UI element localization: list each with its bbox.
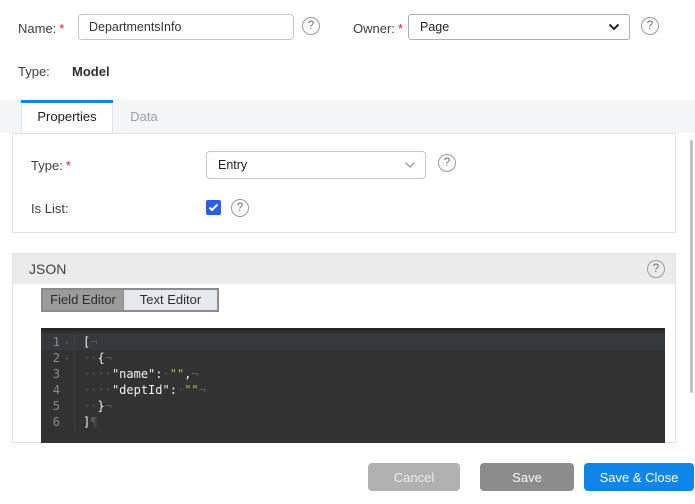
tab-label: Data xyxy=(130,109,157,124)
code-text: ··}¬ xyxy=(75,398,112,414)
name-label: Name:* xyxy=(18,21,64,36)
properties-panel: Type:* Entry ? Is List: ? xyxy=(12,133,676,233)
gutter: 2▾ xyxy=(41,350,75,366)
islist-checkbox[interactable] xyxy=(206,200,221,215)
owner-select-value: Page xyxy=(420,20,449,34)
code-line[interactable]: 6 ]¶ xyxy=(41,414,665,430)
question-mark: ? xyxy=(308,20,314,32)
type-label: Type: xyxy=(18,64,50,79)
question-mark: ? xyxy=(237,202,243,214)
code-text: ····"deptId":·""¬ xyxy=(75,382,206,398)
fold-spacer xyxy=(60,414,74,430)
owner-select[interactable]: Page xyxy=(408,14,630,40)
required-asterisk: * xyxy=(398,21,403,36)
required-asterisk: * xyxy=(66,158,71,173)
islist-help-icon[interactable]: ? xyxy=(231,199,249,217)
tab-data[interactable]: Data xyxy=(113,100,175,133)
owner-help-icon[interactable]: ? xyxy=(641,17,659,35)
gutter: 5 xyxy=(41,398,75,414)
name-input[interactable] xyxy=(78,14,294,40)
prop-type-select[interactable]: Entry xyxy=(206,151,426,179)
tab-properties[interactable]: Properties xyxy=(21,100,113,133)
save-and-close-button[interactable]: Save & Close xyxy=(584,463,694,491)
type-value: Model xyxy=(72,64,110,79)
code-line[interactable]: 5 ··}¬ xyxy=(41,398,665,414)
line-number: 1 xyxy=(41,334,60,350)
json-help-icon[interactable]: ? xyxy=(647,260,665,278)
name-help-icon[interactable]: ? xyxy=(302,17,320,35)
gutter: 4 xyxy=(41,382,75,398)
owner-label: Owner:* xyxy=(353,21,403,36)
required-asterisk: * xyxy=(59,21,64,36)
code-line[interactable]: 3 ····"name":·"",¬ xyxy=(41,366,665,382)
json-section-header: JSON ? xyxy=(13,254,675,284)
code-area: 1▾[¬2▾··{¬3····"name":·"",¬4····"deptId"… xyxy=(41,334,665,430)
question-mark: ? xyxy=(653,263,659,275)
check-icon xyxy=(208,203,219,212)
chevron-down-icon xyxy=(608,23,620,31)
cancel-button[interactable]: Cancel xyxy=(368,463,460,491)
code-text: ]¶ xyxy=(75,414,97,430)
gutter: 3 xyxy=(41,366,75,382)
prop-type-label: Type:* xyxy=(31,158,71,173)
fold-caret-icon[interactable]: ▾ xyxy=(60,350,74,366)
islist-label: Is List: xyxy=(31,201,69,216)
tab-label: Properties xyxy=(37,109,96,124)
code-text: [¬ xyxy=(75,334,97,350)
json-section-title: JSON xyxy=(29,261,66,277)
json-panel: JSON ? Field Editor Text Editor 1▾[¬2▾··… xyxy=(12,253,676,443)
line-number: 3 xyxy=(41,366,60,382)
prop-type-select-value: Entry xyxy=(218,158,247,172)
vertical-scrollbar-thumb[interactable] xyxy=(690,140,693,393)
save-button[interactable]: Save xyxy=(480,463,574,491)
line-number: 6 xyxy=(41,414,60,430)
code-line[interactable]: 1▾[¬ xyxy=(41,334,665,350)
question-mark: ? xyxy=(647,20,653,32)
line-number: 4 xyxy=(41,382,60,398)
line-number: 2 xyxy=(41,350,60,366)
fold-spacer xyxy=(60,366,74,382)
fold-caret-icon[interactable]: ▾ xyxy=(60,334,74,350)
code-text: ··{¬ xyxy=(75,350,112,366)
gutter: 1▾ xyxy=(41,334,75,350)
editor-mode-switch: Field Editor Text Editor xyxy=(41,288,219,312)
fold-spacer xyxy=(60,398,74,414)
fold-spacer xyxy=(60,382,74,398)
tab-strip: Properties Data xyxy=(0,100,695,133)
chevron-down-icon xyxy=(404,161,416,169)
gutter: 6 xyxy=(41,414,75,430)
json-code-editor[interactable]: 1▾[¬2▾··{¬3····"name":·"",¬4····"deptId"… xyxy=(41,328,665,443)
prop-type-help-icon[interactable]: ? xyxy=(438,154,456,172)
code-line[interactable]: 2▾··{¬ xyxy=(41,350,665,366)
code-line[interactable]: 4 ····"deptId":·""¬ xyxy=(41,382,665,398)
code-text: ····"name":·"",¬ xyxy=(75,366,199,382)
text-editor-button[interactable]: Text Editor xyxy=(123,290,217,310)
question-mark: ? xyxy=(444,157,450,169)
field-editor-button[interactable]: Field Editor xyxy=(43,290,123,310)
line-number: 5 xyxy=(41,398,60,414)
